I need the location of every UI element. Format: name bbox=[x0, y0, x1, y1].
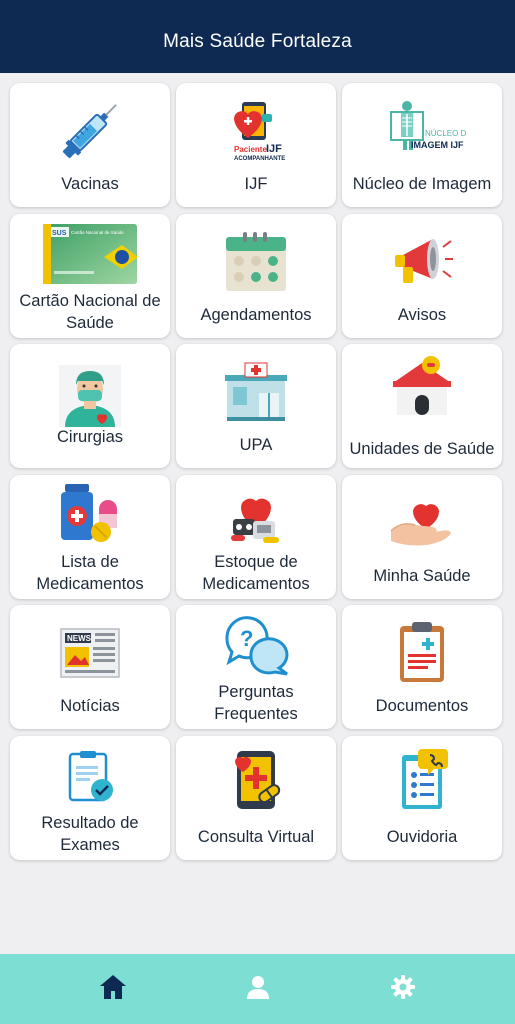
nav-profile-button[interactable] bbox=[228, 959, 288, 1019]
heart-hand-icon bbox=[372, 485, 472, 561]
health-card-icon: SUS Cartão Nacional de Saúde bbox=[20, 216, 160, 292]
tile-minha-saude[interactable]: Minha Saúde bbox=[342, 474, 502, 599]
medicine-bottle-icon bbox=[40, 477, 140, 553]
tile-label: Estoque de Medicamentos bbox=[202, 552, 310, 593]
megaphone-icon bbox=[372, 224, 472, 300]
tile-label: Agendamentos bbox=[200, 305, 312, 324]
gear-icon bbox=[390, 974, 415, 1004]
bottom-navigation bbox=[0, 954, 515, 1024]
svg-text:NEWS: NEWS bbox=[67, 634, 92, 643]
tile-documentos[interactable]: Documentos bbox=[342, 605, 502, 729]
tile-perguntas-frequentes[interactable]: ? Perguntas Frequentes bbox=[176, 605, 336, 729]
svg-text:NÚCLEO DE: NÚCLEO DE bbox=[425, 129, 467, 138]
tile-label: Consulta Virtual bbox=[197, 827, 315, 846]
tile-cartao-nacional-de-saude[interactable]: SUS Cartão Nacional de Saúde Cartão Naci… bbox=[10, 213, 170, 338]
tile-label: Núcleo de Imagem bbox=[352, 175, 492, 193]
home-icon bbox=[99, 974, 127, 1005]
menu-grid: Vacinas Paciente IJF ACOMPANHANTE IJF NÚ… bbox=[10, 83, 505, 860]
tile-label: Cartão Nacional de Saúde bbox=[19, 291, 161, 332]
svg-text:Cartão Nacional de Saúde: Cartão Nacional de Saúde bbox=[71, 230, 124, 235]
exam-result-icon bbox=[40, 742, 140, 818]
tile-agendamentos[interactable]: Agendamentos bbox=[176, 213, 336, 338]
imaging-icon: NÚCLEO DE IMAGEM IJF bbox=[372, 93, 472, 169]
svg-text:Paciente: Paciente bbox=[234, 145, 267, 154]
nav-settings-button[interactable] bbox=[373, 959, 433, 1019]
tile-nucleo-de-imagem[interactable]: NÚCLEO DE IMAGEM IJF Núcleo de Imagem bbox=[342, 83, 502, 207]
tile-estoque-de-medicamentos[interactable]: Estoque de Medicamentos bbox=[176, 474, 336, 599]
tile-unidades-de-saude[interactable]: Unidades de Saúde bbox=[342, 344, 502, 468]
tile-label: Perguntas Frequentes bbox=[214, 683, 298, 723]
tile-vacinas[interactable]: Vacinas bbox=[10, 83, 170, 207]
app-header: Mais Saúde Fortaleza bbox=[0, 0, 515, 73]
tile-label: Cirurgias bbox=[56, 428, 124, 446]
tile-label: Avisos bbox=[397, 305, 447, 324]
tile-label: Vacinas bbox=[61, 175, 119, 193]
tile-label: Notícias bbox=[60, 697, 120, 715]
nav-home-button[interactable] bbox=[83, 959, 143, 1019]
tile-lista-de-medicamentos[interactable]: Lista de Medicamentos bbox=[10, 474, 170, 599]
tile-label: Resultado de Exames bbox=[41, 813, 139, 854]
calendar-icon bbox=[206, 224, 306, 300]
newspaper-icon: NEWS bbox=[40, 615, 140, 691]
svg-text:SUS: SUS bbox=[52, 230, 67, 237]
tile-label: Lista de Medicamentos bbox=[36, 552, 144, 593]
user-icon bbox=[246, 975, 270, 1004]
svg-text:ACOMPANHANTE: ACOMPANHANTE bbox=[234, 156, 285, 162]
tile-label: UPA bbox=[239, 436, 273, 454]
app-title: Mais Saúde Fortaleza bbox=[163, 30, 352, 52]
svg-text:IMAGEM IJF: IMAGEM IJF bbox=[411, 140, 464, 150]
clinic-building-icon bbox=[206, 354, 306, 430]
tile-noticias[interactable]: NEWS Notícias bbox=[10, 605, 170, 729]
tile-ijf[interactable]: Paciente IJF ACOMPANHANTE IJF bbox=[176, 83, 336, 207]
tile-ouvidoria[interactable]: Ouvidoria bbox=[342, 735, 502, 860]
tile-resultado-de-exames[interactable]: Resultado de Exames bbox=[10, 735, 170, 860]
tile-avisos[interactable]: Avisos bbox=[342, 213, 502, 338]
tile-consulta-virtual[interactable]: Consulta Virtual bbox=[176, 735, 336, 860]
tile-label: Ouvidoria bbox=[386, 827, 458, 846]
health-unit-icon bbox=[372, 348, 472, 424]
tile-upa[interactable]: UPA bbox=[176, 344, 336, 468]
tile-label: IJF bbox=[244, 175, 268, 193]
virtual-consult-icon bbox=[206, 742, 306, 818]
tile-label: Minha Saúde bbox=[373, 566, 471, 585]
syringe-icon bbox=[40, 93, 140, 169]
medicine-stock-icon bbox=[206, 481, 306, 557]
tile-label: Documentos bbox=[375, 697, 469, 715]
ijf-logo-icon: Paciente IJF ACOMPANHANTE bbox=[206, 93, 306, 169]
tile-label: Unidades de Saúde bbox=[349, 440, 495, 458]
clipboard-icon bbox=[372, 615, 472, 691]
tile-cirurgias[interactable]: Cirurgias bbox=[10, 344, 170, 468]
faq-chat-icon: ? bbox=[206, 607, 306, 683]
svg-text:IJF: IJF bbox=[266, 143, 282, 155]
ombudsman-icon bbox=[372, 742, 472, 818]
surgeon-icon bbox=[40, 358, 140, 434]
